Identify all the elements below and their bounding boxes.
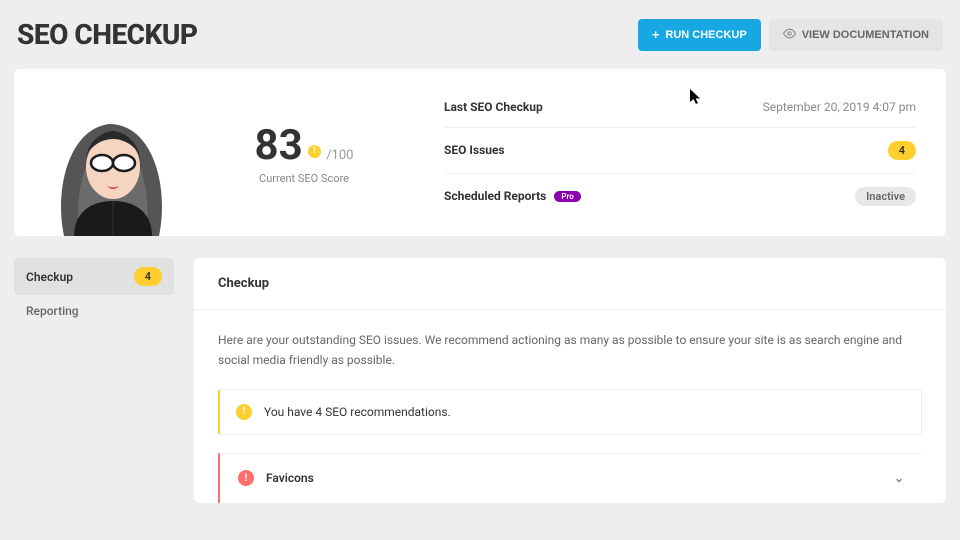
warning-dot-icon: ! <box>308 145 321 158</box>
reports-status-badge: Inactive <box>855 187 916 206</box>
hero-card: 83 ! /100 Current SEO Score Last SEO Che… <box>14 69 946 236</box>
stat-scheduled-reports: Scheduled Reports Pro Inactive <box>444 174 916 219</box>
panel-intro: Here are your outstanding SEO issues. We… <box>218 330 922 371</box>
main-panel: Checkup Here are your outstanding SEO is… <box>194 258 946 503</box>
view-documentation-button[interactable]: VIEW DOCUMENTATION <box>769 19 943 51</box>
stat-seo-issues: SEO Issues 4 <box>444 128 916 174</box>
stat-label: Scheduled Reports Pro <box>444 189 581 203</box>
stat-value: September 20, 2019 4:07 pm <box>763 100 916 114</box>
sidebar-item-checkup[interactable]: Checkup 4 <box>14 258 174 295</box>
page-title: SEO CHECKUP <box>17 18 198 51</box>
view-documentation-label: VIEW DOCUMENTATION <box>802 29 929 41</box>
mascot-avatar <box>14 69 204 236</box>
run-checkup-label: RUN CHECKUP <box>665 29 746 41</box>
chevron-down-icon: ⌄ <box>894 468 904 488</box>
sidebar-item-reporting[interactable]: Reporting <box>14 295 174 327</box>
stats-list: Last SEO Checkup September 20, 2019 4:07… <box>404 87 946 219</box>
sidebar-item-label: Checkup <box>26 270 73 284</box>
stat-label: SEO Issues <box>444 143 505 157</box>
seo-score-block: 83 ! /100 Current SEO Score <box>204 121 404 185</box>
seo-score-max: /100 <box>326 148 353 163</box>
alert-text: You have 4 SEO recommendations. <box>264 402 451 422</box>
panel-title: Checkup <box>194 258 946 310</box>
issue-title: Favicons <box>266 468 314 488</box>
stat-last-checkup: Last SEO Checkup September 20, 2019 4:07… <box>444 87 916 128</box>
pro-badge: Pro <box>554 191 580 202</box>
sidebar-item-count: 4 <box>134 267 162 286</box>
eye-icon <box>783 27 796 43</box>
sidebar-nav: Checkup 4 Reporting <box>14 258 174 503</box>
issue-row-favicons[interactable]: ! Favicons ⌄ <box>218 453 922 502</box>
seo-score-value: 83 <box>255 121 303 170</box>
recommendations-alert: ! You have 4 SEO recommendations. <box>218 389 922 435</box>
header-actions: + RUN CHECKUP VIEW DOCUMENTATION <box>638 19 943 51</box>
stat-label: Last SEO Checkup <box>444 100 543 114</box>
reports-label-text: Scheduled Reports <box>444 189 546 203</box>
run-checkup-button[interactable]: + RUN CHECKUP <box>638 19 761 51</box>
warning-icon: ! <box>236 404 252 420</box>
sidebar-item-label: Reporting <box>26 304 79 318</box>
issues-count-badge: 4 <box>888 141 916 160</box>
plus-icon: + <box>652 28 660 41</box>
error-icon: ! <box>238 470 254 486</box>
seo-score-label: Current SEO Score <box>204 172 404 185</box>
